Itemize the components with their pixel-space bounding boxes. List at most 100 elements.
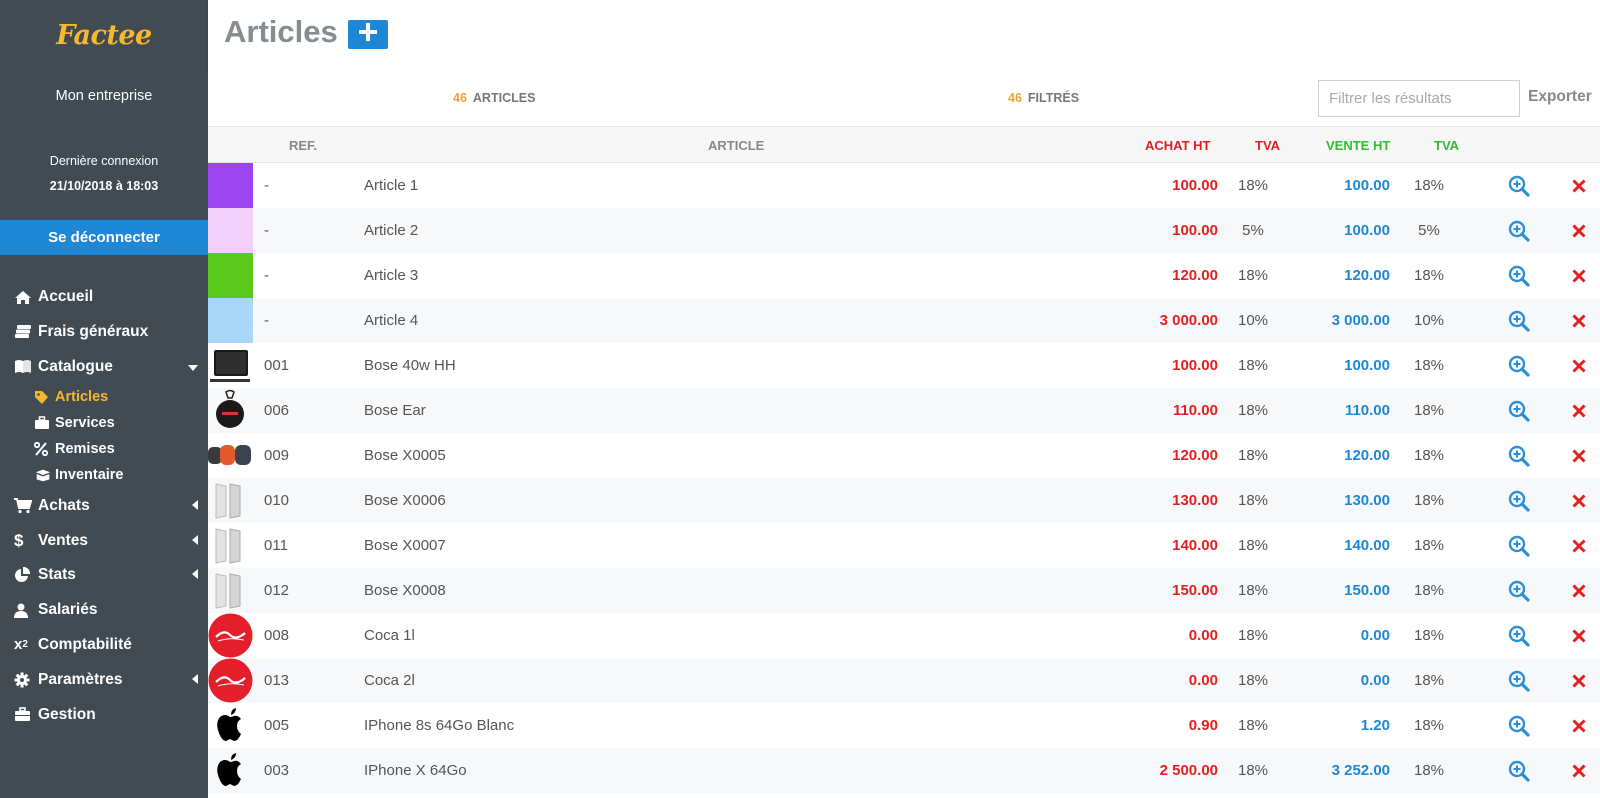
zoom-in-icon[interactable]: [1504, 388, 1534, 433]
table-row[interactable]: 001 Bose 40w HH 100.00 18% 100.00 18%: [208, 343, 1600, 388]
cell-tva-vente: 10%: [1413, 312, 1445, 329]
nav-item-parametres[interactable]: Paramètres: [0, 662, 208, 697]
nav-item-articles[interactable]: Articles: [0, 384, 208, 410]
delete-icon[interactable]: [1564, 748, 1594, 793]
cell-tva-vente: 18%: [1413, 672, 1445, 689]
cell-article[interactable]: Bose 40w HH: [364, 343, 456, 388]
zoom-in-icon[interactable]: [1504, 748, 1534, 793]
nav-item-accueil[interactable]: Accueil: [0, 280, 208, 315]
articles-count-label: ARTICLES: [472, 91, 536, 105]
cell-article[interactable]: Article 1: [364, 163, 418, 208]
caret-left-icon: [192, 566, 198, 584]
zoom-in-icon[interactable]: [1504, 568, 1534, 613]
col-tva-vente[interactable]: TVA: [1434, 138, 1459, 153]
last-login-label: Dernière connexion: [49, 154, 159, 168]
delete-icon[interactable]: [1564, 208, 1594, 253]
caret-left-icon: [192, 532, 198, 550]
table-row[interactable]: 005 IPhone 8s 64Go Blanc 0.90 18% 1.20 18%: [208, 703, 1600, 748]
cell-article[interactable]: IPhone 8s 64Go Blanc: [364, 703, 514, 748]
nav-item-comptabilite[interactable]: x2 Comptabilité: [0, 628, 208, 663]
table-row[interactable]: 006 Bose Ear 110.00 18% 110.00 18%: [208, 388, 1600, 433]
cell-article[interactable]: Bose X0005: [364, 433, 446, 478]
export-button[interactable]: Exporter: [1528, 88, 1592, 106]
table-row[interactable]: - Article 3 120.00 18% 120.00 18%: [208, 253, 1600, 298]
cell-article[interactable]: Bose Ear: [364, 388, 426, 433]
delete-icon[interactable]: [1564, 568, 1594, 613]
zoom-in-icon[interactable]: [1504, 343, 1534, 388]
nav-item-achats[interactable]: Achats: [0, 488, 208, 523]
cell-article[interactable]: Article 4: [364, 298, 418, 343]
filter-input[interactable]: [1318, 80, 1520, 117]
delete-icon[interactable]: [1564, 613, 1594, 658]
apple-thumbnail: [208, 748, 253, 793]
cell-article[interactable]: Coca 2l: [364, 658, 415, 703]
table-row[interactable]: - Article 4 3 000.00 10% 3 000.00 10%: [208, 298, 1600, 343]
cell-article[interactable]: IPhone X 64Go: [364, 748, 467, 793]
cell-tva-achat: 18%: [1237, 402, 1269, 419]
zoom-in-icon[interactable]: [1504, 523, 1534, 568]
col-achat-ht[interactable]: ACHAT HT: [1145, 138, 1210, 153]
cell-achat-ht: 2 500.00: [1159, 762, 1218, 779]
nav-item-inventaire[interactable]: Inventaire: [0, 462, 208, 488]
delete-icon[interactable]: [1564, 253, 1594, 298]
app-logo[interactable]: Factee: [0, 20, 208, 51]
delete-icon[interactable]: [1564, 703, 1594, 748]
color-swatch: [208, 253, 253, 298]
zoom-in-icon[interactable]: [1504, 298, 1534, 343]
zoom-in-icon[interactable]: [1504, 658, 1534, 703]
delete-icon[interactable]: [1564, 163, 1594, 208]
table-row[interactable]: 013 Coca 2l 0.00 18% 0.00 18%: [208, 658, 1600, 703]
nav-item-ventes[interactable]: $ Ventes: [0, 523, 208, 558]
percent-icon: [34, 440, 52, 458]
zoom-in-icon[interactable]: [1504, 163, 1534, 208]
zoom-in-icon[interactable]: [1504, 703, 1534, 748]
panels-thumbnail: [208, 568, 253, 613]
nav-item-salaries[interactable]: Salariés: [0, 593, 208, 628]
delete-icon[interactable]: [1564, 478, 1594, 523]
table-row[interactable]: 008 Coca 1l 0.00 18% 0.00 18%: [208, 613, 1600, 658]
nav-item-frais-generaux[interactable]: Frais généraux: [0, 315, 208, 350]
plus-icon: [358, 22, 378, 47]
cell-article[interactable]: Coca 1l: [364, 613, 415, 658]
tag-icon: [34, 388, 52, 406]
nav-item-catalogue[interactable]: Catalogue: [0, 350, 208, 385]
cell-vente-ht: 3 000.00: [1331, 312, 1390, 329]
cell-tva-vente: 18%: [1413, 582, 1445, 599]
col-article[interactable]: ARTICLE: [708, 138, 764, 153]
cell-article[interactable]: Article 3: [364, 253, 418, 298]
table-row[interactable]: - Article 2 100.00 5% 100.00 5%: [208, 208, 1600, 253]
cell-vente-ht: 100.00: [1344, 222, 1390, 239]
table-row[interactable]: 010 Bose X0006 130.00 18% 130.00 18%: [208, 478, 1600, 523]
logout-button[interactable]: Se déconnecter: [0, 220, 208, 255]
table-row[interactable]: 012 Bose X0008 150.00 18% 150.00 18%: [208, 568, 1600, 613]
nav-item-remises[interactable]: Remises: [0, 436, 208, 462]
table-row[interactable]: 003 IPhone X 64Go 2 500.00 18% 3 252.00 18%: [208, 748, 1600, 793]
zoom-in-icon[interactable]: [1504, 613, 1534, 658]
delete-icon[interactable]: [1564, 658, 1594, 703]
cell-article[interactable]: Bose X0007: [364, 523, 446, 568]
table-row[interactable]: 011 Bose X0007 140.00 18% 140.00 18%: [208, 523, 1600, 568]
zoom-in-icon[interactable]: [1504, 208, 1534, 253]
col-tva-achat[interactable]: TVA: [1255, 138, 1280, 153]
cell-article[interactable]: Bose X0008: [364, 568, 446, 613]
delete-icon[interactable]: [1564, 298, 1594, 343]
panels-thumbnail: [208, 523, 253, 568]
add-article-button[interactable]: [348, 20, 388, 49]
zoom-in-icon[interactable]: [1504, 253, 1534, 298]
table-row[interactable]: - Article 1 100.00 18% 100.00 18%: [208, 163, 1600, 208]
nav-item-gestion[interactable]: Gestion: [0, 697, 208, 732]
delete-icon[interactable]: [1564, 343, 1594, 388]
col-ref[interactable]: REF.: [289, 138, 317, 153]
delete-icon[interactable]: [1564, 523, 1594, 568]
delete-icon[interactable]: [1564, 433, 1594, 478]
table-header: REF. ARTICLE ACHAT HT TVA VENTE HT TVA: [208, 127, 1600, 163]
cell-article[interactable]: Article 2: [364, 208, 418, 253]
table-row[interactable]: 009 Bose X0005 120.00 18% 120.00 18%: [208, 433, 1600, 478]
delete-icon[interactable]: [1564, 388, 1594, 433]
nav-item-stats[interactable]: Stats: [0, 558, 208, 593]
cell-article[interactable]: Bose X0006: [364, 478, 446, 523]
zoom-in-icon[interactable]: [1504, 433, 1534, 478]
col-vente-ht[interactable]: VENTE HT: [1326, 138, 1390, 153]
nav-item-services[interactable]: Services: [0, 410, 208, 436]
zoom-in-icon[interactable]: [1504, 478, 1534, 523]
